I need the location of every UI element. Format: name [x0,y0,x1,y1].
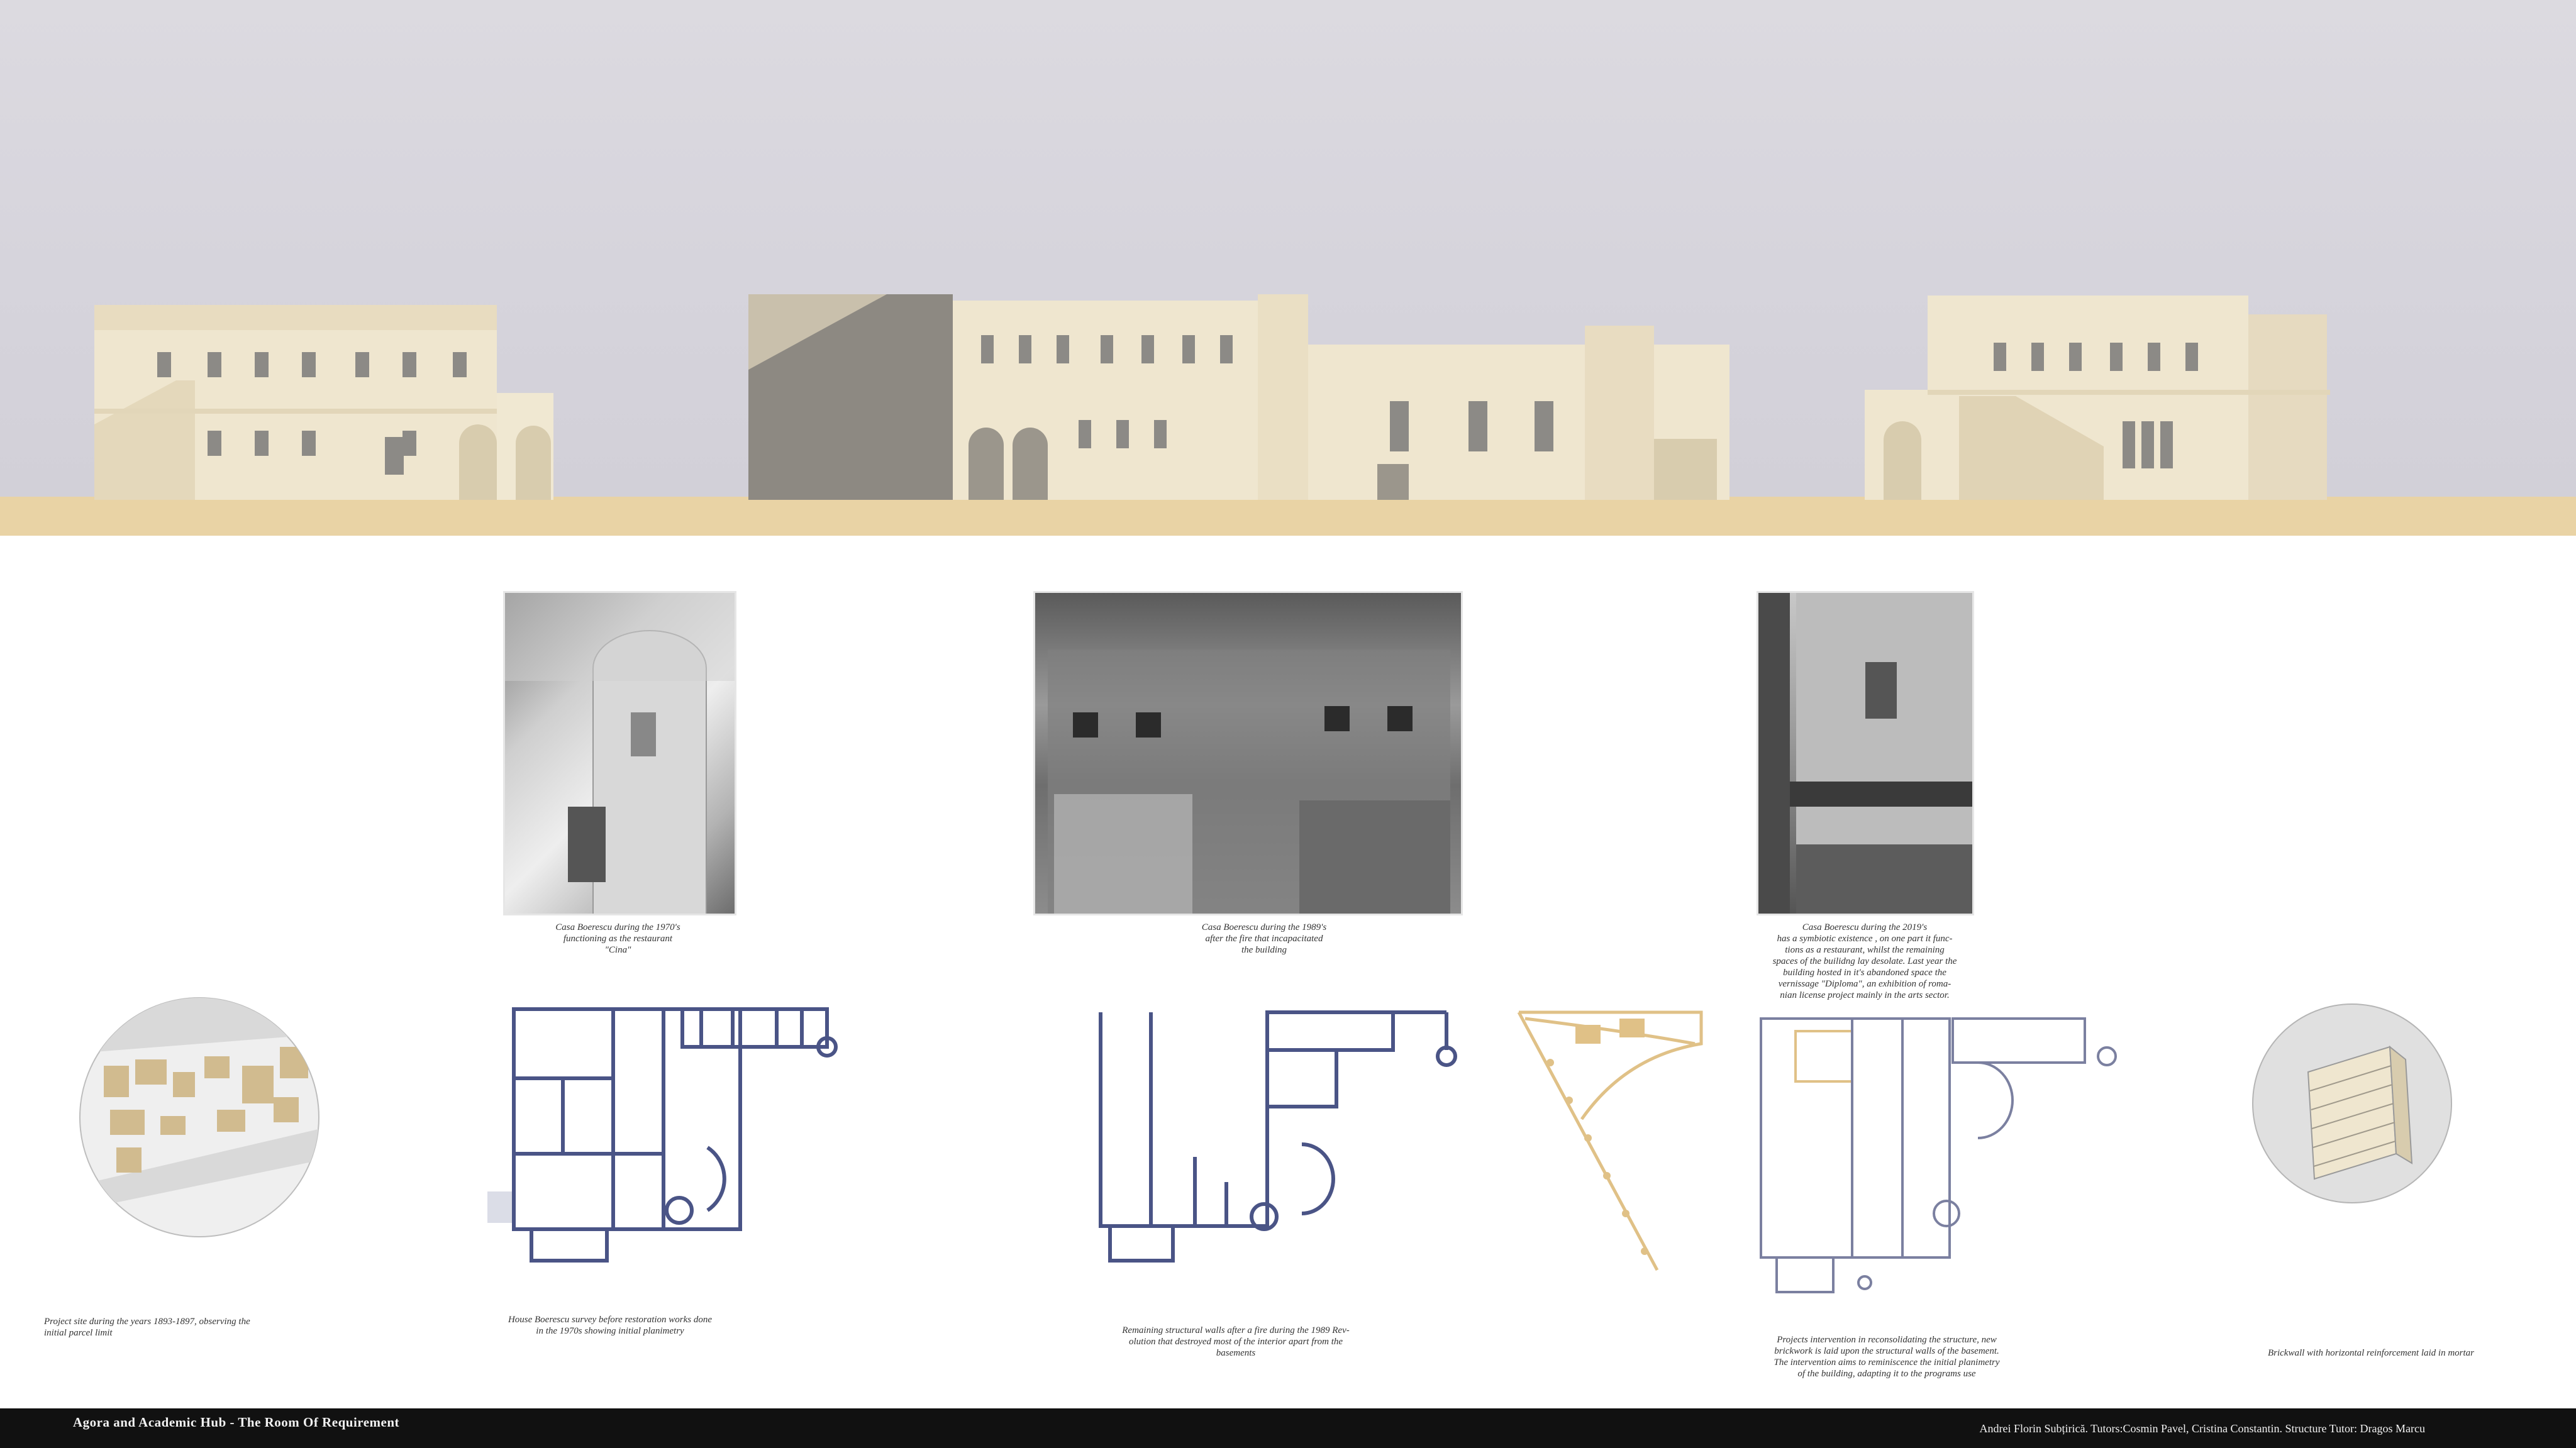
plan-1970s [487,1007,838,1263]
project-title: Agora and Academic Hub - The Room Of Req… [73,1415,400,1430]
ground-strip [0,497,2576,536]
plan-caption: Projects intervention in reconsolidating… [1774,1335,2000,1379]
credits: Andrei Florin Subțirică. Tutors:Cosmin P… [1979,1422,2426,1435]
elevation-left [94,305,553,500]
photo-2019 [1757,591,1974,915]
plan-intervention [1517,1010,2117,1293]
plan-caption: Remaining structural walls after a fire … [1122,1325,1350,1358]
photo-1970s [503,591,736,915]
elevation-right [1865,296,2330,500]
elevation-center [748,294,1729,500]
photo-caption: Casa Boerescu during the 1970's function… [555,922,680,955]
plan-caption: Project site during the years 1893-1897,… [44,1317,250,1338]
plan-caption: House Boerescu survey before restoration… [508,1315,713,1336]
photo-1989 [1033,591,1463,915]
plan-caption: Brickwall with horizontal reinforcement … [2267,1348,2475,1358]
site-plan [79,997,319,1237]
photo-caption: Casa Boerescu during the 2019's has a sy… [1772,922,1957,1000]
plan-1989 [1099,1010,1457,1263]
photo-caption: Casa Boerescu during the 1989's after th… [1201,922,1327,955]
footer-bar: Agora and Academic Hub - The Room Of Req… [0,1408,2576,1448]
brickwall-detail [2252,1003,2452,1203]
